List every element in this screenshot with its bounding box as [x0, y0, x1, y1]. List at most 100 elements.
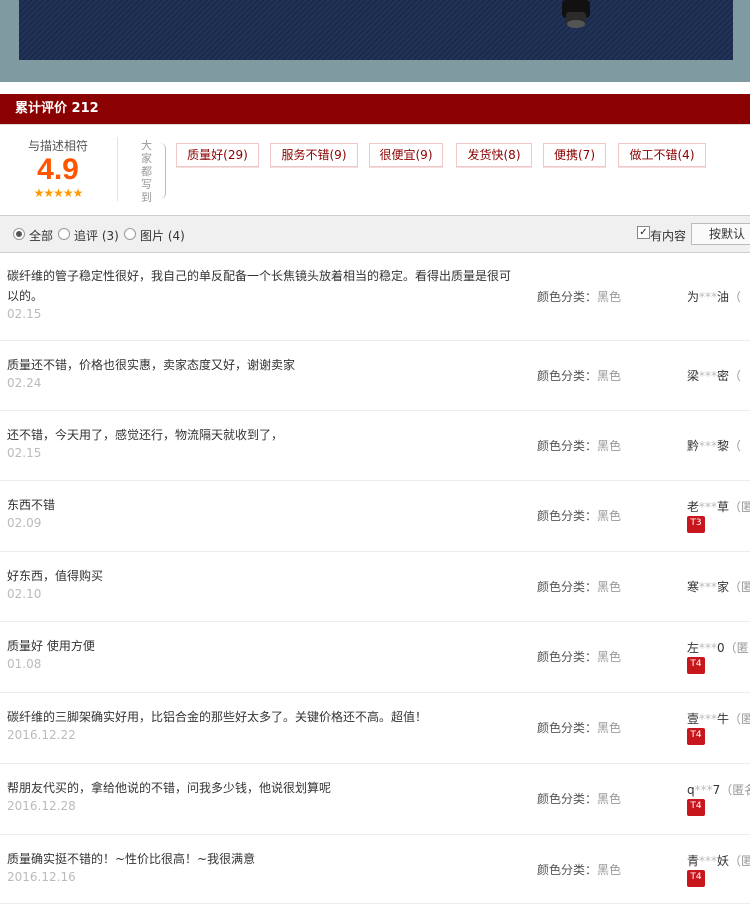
sku-value: 黑色 [597, 650, 622, 664]
anonymous-note: （匿 [724, 641, 749, 655]
reviewer-last: 黎 [717, 439, 730, 453]
review-row: 质量好 使用方便 01.08 颜色分类：黑色 左***0（匿 T4 [0, 622, 750, 693]
review-date: 2016.12.28 [7, 799, 76, 813]
sku-label: 颜色分类： [537, 792, 598, 806]
reviewer-name: 黔***黎（ [687, 437, 741, 454]
reviewer-mask: *** [699, 439, 718, 453]
review-date: 02.24 [7, 376, 42, 390]
tag-fast-shipping[interactable]: 发货快(8) [456, 143, 532, 167]
reviewer-mask: *** [694, 783, 713, 797]
reviewer-first: q [687, 783, 695, 797]
review-sku: 颜色分类：黑色 [537, 507, 621, 524]
reviewer-first: 左 [687, 641, 700, 655]
sku-value: 黑色 [597, 290, 622, 304]
star-rating-icon: ★★★★★ [33, 186, 84, 200]
review-count-title: 累计评价 212 [15, 101, 99, 116]
sku-value: 黑色 [597, 792, 622, 806]
tag-cheap[interactable]: 很便宜(9) [369, 143, 443, 167]
reviewer-name: 梁***密（ [687, 367, 741, 384]
radio-pictures[interactable] [124, 228, 136, 240]
sku-label: 颜色分类： [537, 721, 598, 735]
reviewer-last: 家 [717, 580, 730, 594]
reviewer-name: 寒***家（匿 [687, 578, 750, 595]
reviewer-mask: *** [699, 580, 718, 594]
sku-label: 颜色分类： [537, 439, 598, 453]
sku-label: 颜色分类： [537, 580, 598, 594]
camera-lens-icon [562, 0, 590, 28]
anonymous-note: （匿 [729, 854, 750, 868]
member-level-badge: T4 [687, 728, 705, 745]
sku-label: 颜色分类： [537, 650, 598, 664]
sku-label: 颜色分类： [537, 290, 598, 304]
radio-all[interactable] [13, 228, 25, 240]
has-content-label[interactable]: 有内容 [650, 227, 686, 244]
reviewer-name: 壹***牛（匿 [687, 710, 750, 727]
review-row: 帮朋友代买的，拿给他说的不错，问我多少钱，他说很划算呢 2016.12.28 颜色分… [0, 764, 750, 835]
review-row: 质量还不错，价格也很实惠，卖家态度又好，谢谢卖家 02.24 颜色分类：黑色 梁***… [0, 341, 750, 411]
member-level-badge: T4 [687, 799, 705, 816]
review-text: 好东西，值得购买 [7, 569, 104, 583]
reviewer-first: 老 [687, 500, 700, 514]
review-sku: 颜色分类：黑色 [537, 790, 621, 807]
review-row: 碳纤维的管子稳定性很好，我自己的单反配备一个长焦镜头放着相当的稳定。看得出质量是… [0, 252, 750, 341]
radio-followup[interactable] [58, 228, 70, 240]
reviewer-last: 密 [717, 369, 730, 383]
anonymous-note: （ [729, 439, 742, 453]
anonymous-note: （匿 [729, 500, 750, 514]
reviewer-first: 为 [687, 290, 700, 304]
review-date: 02.10 [7, 587, 42, 601]
tag-workmanship[interactable]: 做工不错(4) [618, 143, 706, 167]
sku-value: 黑色 [597, 863, 622, 877]
reviewer-last: 0 [717, 641, 725, 655]
score-box: 与描述相符 4.9 ★★★★★ [10, 137, 106, 200]
reviewer-first: 壹 [687, 712, 700, 726]
anonymous-note: （ [729, 369, 742, 383]
sku-label: 颜色分类： [537, 863, 598, 877]
reviewer-first: 梁 [687, 369, 700, 383]
sku-label: 颜色分类： [537, 509, 598, 523]
reviewer-mask: *** [699, 854, 718, 868]
anonymous-note: （匿名 [720, 783, 750, 797]
member-level-badge: T3 [687, 516, 705, 533]
review-date: 2016.12.16 [7, 870, 76, 884]
reviewer-name: 为***油（ [687, 288, 741, 305]
reviewer-last: 妖 [717, 854, 730, 868]
review-row: 还不错，今天用了，感觉还行，物流隔天就收到了， 02.15 颜色分类：黑色 黔***黎… [0, 411, 750, 481]
review-date: 2016.12.22 [7, 728, 76, 742]
review-text: 帮朋友代买的，拿给他说的不错，问我多少钱，他说很划算呢 [7, 781, 332, 795]
tag-quality-good[interactable]: 质量好(29) [176, 143, 259, 167]
member-level-badge: T4 [687, 657, 705, 674]
review-row: 东西不错 02.09 颜色分类：黑色 老***草（匿 T3 [0, 481, 750, 552]
review-sku: 颜色分类：黑色 [537, 578, 621, 595]
review-text: 碳纤维的三脚架确实好用，比铝合金的那些好太多了。关键价格还不高。超值！ [7, 710, 428, 724]
filter-pictures-label[interactable]: 图片 (4) [140, 227, 185, 244]
review-text: 质量还不错，价格也很实惠，卖家态度又好，谢谢卖家 [7, 358, 296, 372]
reviewer-name: 左***0（匿 [687, 639, 749, 656]
review-sku: 颜色分类：黑色 [537, 648, 621, 665]
filter-followup-label[interactable]: 追评 (3) [74, 227, 119, 244]
has-content-checkbox[interactable]: ✓ [637, 226, 650, 239]
tag-service-good[interactable]: 服务不错(9) [270, 143, 358, 167]
sku-value: 黑色 [597, 580, 622, 594]
review-date: 01.08 [7, 657, 42, 671]
review-row: 碳纤维的三脚架确实好用，比铝合金的那些好太多了。关键价格还不高。超值！ 2016.… [0, 693, 750, 764]
sku-value: 黑色 [597, 509, 622, 523]
divider [117, 137, 118, 201]
reviewer-first: 黔 [687, 439, 700, 453]
reviewer-mask: *** [699, 290, 718, 304]
review-text: 质量确实挺不错的！~性价比很高！~我很满意 [7, 852, 256, 866]
review-date: 02.15 [7, 446, 42, 460]
sort-button[interactable]: 按默认 [691, 223, 750, 245]
member-level-badge: T4 [687, 870, 705, 887]
review-filter-bar: 全部 追评 (3) 图片 (4) ✓ 有内容 按默认 [0, 215, 750, 253]
score-value: 4.9 [37, 153, 79, 186]
review-date: 02.09 [7, 516, 42, 530]
review-text: 质量好 使用方便 [7, 639, 95, 653]
review-sku: 颜色分类：黑色 [537, 861, 621, 878]
review-text: 碳纤维的管子稳定性很好，我自己的单反配备一个长焦镜头放着相当的稳定。看得出质量是… [7, 269, 512, 303]
review-text: 还不错，今天用了，感觉还行，物流隔天就收到了， [7, 428, 284, 442]
filter-all-label[interactable]: 全部 [29, 227, 53, 244]
tag-portable[interactable]: 便携(7) [543, 143, 606, 167]
review-sku: 颜色分类：黑色 [537, 367, 621, 384]
reviewer-last: 草 [717, 500, 730, 514]
